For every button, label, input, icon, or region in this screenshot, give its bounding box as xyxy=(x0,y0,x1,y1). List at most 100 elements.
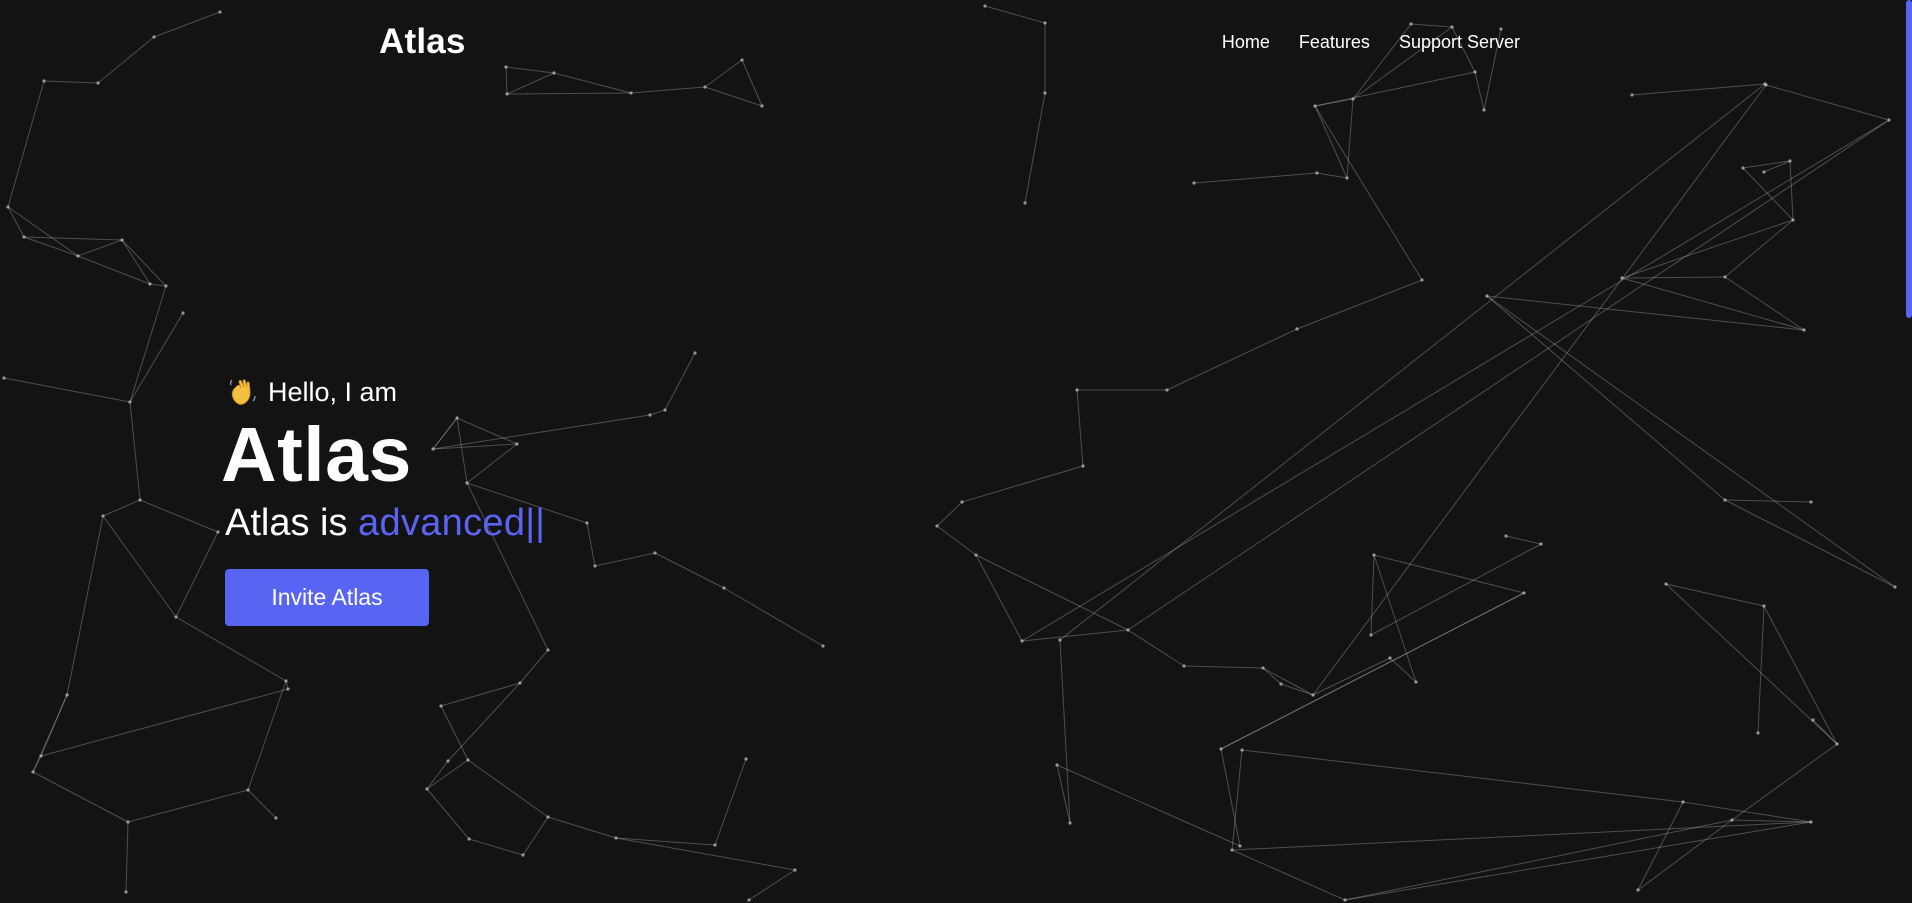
particle-link xyxy=(77,239,123,257)
particle-link xyxy=(714,758,747,846)
particle-dot xyxy=(1802,328,1806,332)
particle-link xyxy=(125,821,129,893)
particle-link xyxy=(32,694,68,773)
particle-link xyxy=(23,236,123,241)
particle-link xyxy=(1059,639,1071,824)
particle-dot xyxy=(39,754,43,758)
particle-dot xyxy=(466,758,470,762)
particle-link xyxy=(1665,583,1838,745)
particle-link xyxy=(1316,172,1348,179)
particle-link xyxy=(1370,543,1542,636)
particle-link xyxy=(175,531,219,618)
particle-dot xyxy=(174,615,178,619)
particle-dot xyxy=(467,837,471,841)
particle-dot xyxy=(1279,682,1283,686)
particle-dot xyxy=(1055,763,1059,767)
particle-dot xyxy=(760,104,764,108)
particle-link xyxy=(664,352,696,411)
hero-section: Hello, I am Atlas Atlas is advanced|| In… xyxy=(221,372,545,626)
particle-dot xyxy=(629,91,633,95)
particle-link xyxy=(1621,277,1805,331)
particle-link xyxy=(129,312,184,403)
particle-dot xyxy=(1539,542,1543,546)
particle-dot xyxy=(6,205,10,209)
invite-button[interactable]: Invite Atlas xyxy=(225,569,429,626)
particle-dot xyxy=(1730,818,1734,822)
particle-link xyxy=(1373,554,1525,594)
particle-dot xyxy=(1219,747,1223,751)
particle-dot xyxy=(1388,656,1392,660)
particle-link xyxy=(1280,683,1314,696)
particle-dot xyxy=(1485,294,1489,298)
particle-dot xyxy=(1192,181,1196,185)
nav-link-features[interactable]: Features xyxy=(1299,32,1370,53)
particle-dot xyxy=(1741,166,1745,170)
particle-dot xyxy=(1809,500,1813,504)
particle-dot xyxy=(124,890,128,894)
navbar: Atlas Home Features Support Server xyxy=(0,0,1912,86)
brand-logo-text[interactable]: Atlas xyxy=(379,22,466,62)
nav-link-home[interactable]: Home xyxy=(1222,32,1270,53)
particle-link xyxy=(1724,276,1805,331)
nav-link-support-server[interactable]: Support Server xyxy=(1399,32,1520,53)
particle-dot xyxy=(246,788,250,792)
particle-link xyxy=(723,587,824,647)
waving-hand-icon xyxy=(230,379,256,405)
particle-link xyxy=(1312,657,1391,696)
particle-dot xyxy=(1315,171,1319,175)
particle-dot xyxy=(1295,327,1299,331)
particle-dot xyxy=(1887,118,1891,122)
particle-dot xyxy=(138,498,142,502)
particle-dot xyxy=(614,836,618,840)
particle-dot xyxy=(722,586,726,590)
particle-link xyxy=(649,409,666,416)
particle-dot xyxy=(744,757,748,761)
particle-link xyxy=(975,554,1129,631)
particle-dot xyxy=(65,693,69,697)
greeting-text: Hello, I am xyxy=(268,376,398,407)
particle-dot xyxy=(1482,108,1486,112)
particle-dot xyxy=(1372,553,1376,557)
particle-dot xyxy=(1504,534,1508,538)
particle-dot xyxy=(1369,633,1373,637)
particle-link xyxy=(40,688,289,757)
particle-link xyxy=(1021,119,1890,642)
particle-dot xyxy=(1311,693,1315,697)
particle-link xyxy=(1127,629,1185,667)
particle-link xyxy=(1296,279,1423,330)
particle-link xyxy=(615,837,716,846)
particle-dot xyxy=(425,787,429,791)
particle-link xyxy=(1637,819,1733,891)
particle-dot xyxy=(1788,159,1792,163)
particle-dot xyxy=(713,843,717,847)
particle-dot xyxy=(1023,201,1027,205)
particle-link xyxy=(127,789,249,823)
particle-dot xyxy=(747,898,751,902)
particle-link xyxy=(1231,749,1243,851)
particle-link xyxy=(1262,667,1314,696)
particle-link xyxy=(1763,605,1838,745)
particle-link xyxy=(23,236,79,257)
particle-link xyxy=(440,705,469,761)
particle-link xyxy=(630,86,706,94)
particle-dot xyxy=(1723,275,1727,279)
particle-link xyxy=(615,837,796,871)
particle-dot xyxy=(164,284,168,288)
particle-dot xyxy=(446,759,450,763)
particle-link xyxy=(1812,719,1838,745)
particle-dot xyxy=(1522,591,1526,595)
particle-link xyxy=(1370,554,1375,636)
particle-link xyxy=(7,206,79,257)
particle-link xyxy=(1486,295,1805,331)
particle-dot xyxy=(1681,800,1685,804)
particle-dot xyxy=(1893,585,1897,589)
particle-dot xyxy=(521,853,525,857)
particle-dot xyxy=(126,820,130,824)
particle-dot xyxy=(1414,680,1418,684)
particle-link xyxy=(1724,499,1812,503)
particle-link xyxy=(1231,821,1812,851)
particle-link xyxy=(447,682,521,762)
landing-page: Atlas Home Features Support Server Hello… xyxy=(0,0,1912,903)
particle-dot xyxy=(1756,731,1760,735)
scrollbar-thumb[interactable] xyxy=(1906,0,1912,318)
